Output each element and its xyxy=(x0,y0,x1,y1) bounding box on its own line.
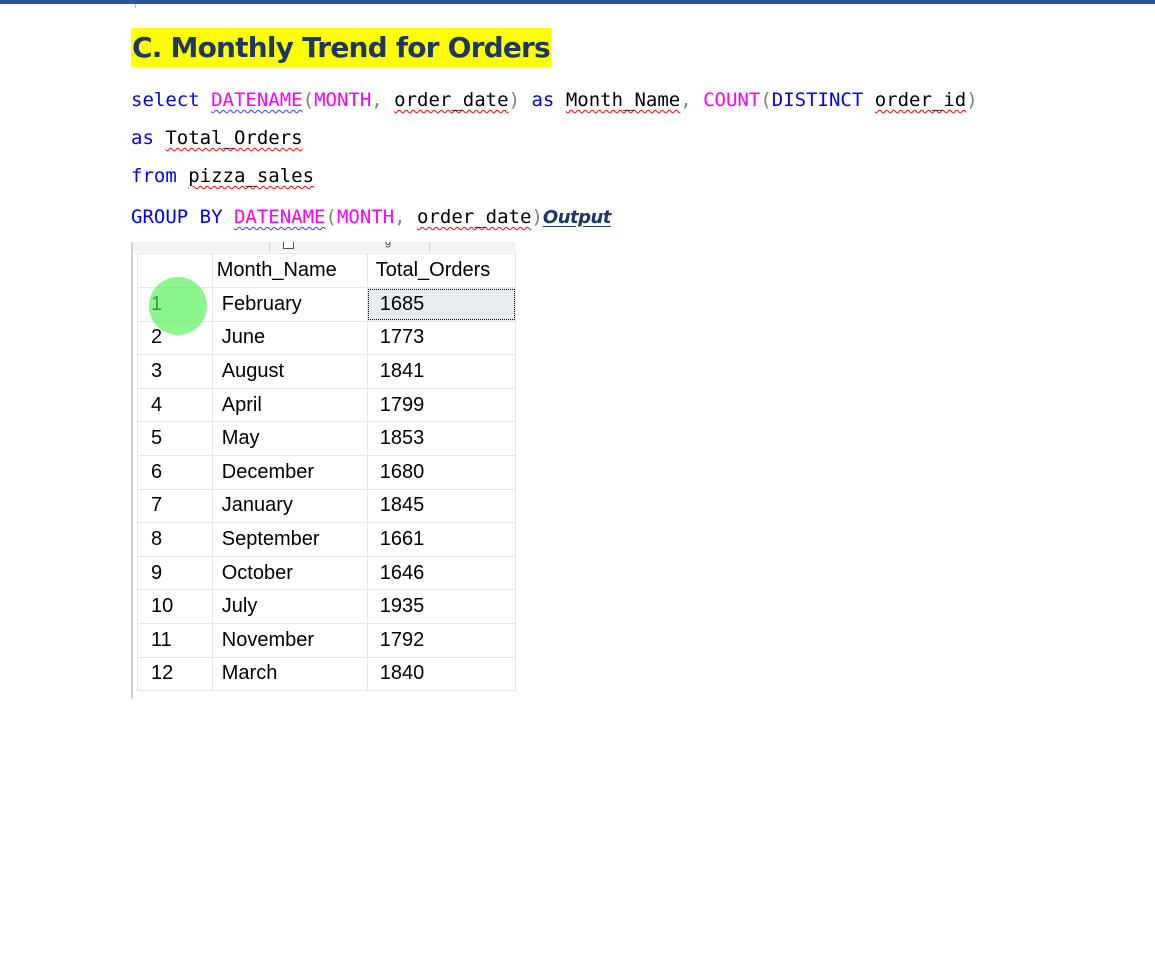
sql-function: DATENAME xyxy=(211,89,303,111)
total-orders-cell[interactable]: 1661 xyxy=(366,522,516,557)
sql-function: MONTH xyxy=(314,89,372,111)
table-row[interactable]: 3 August 1841 xyxy=(137,354,516,389)
row-number-cell[interactable]: 9 xyxy=(137,555,213,591)
table-row[interactable]: 12 March 1840 xyxy=(137,656,516,692)
table-header-row: Month_Name Total_Orders xyxy=(137,253,516,288)
sql-function: COUNT xyxy=(703,89,761,111)
month-name-cell[interactable]: December xyxy=(211,454,368,490)
row-number-cell[interactable]: 8 xyxy=(137,522,213,557)
total-orders-cell[interactable]: 1841 xyxy=(366,354,516,389)
table-row[interactable]: 10 July 1935 xyxy=(137,589,516,624)
sql-punct: ) xyxy=(508,89,521,111)
table-row[interactable]: 1 February 1685 xyxy=(137,287,516,322)
sql-punct: ) xyxy=(966,89,978,111)
total-orders-cell[interactable]: 1840 xyxy=(366,656,516,692)
sql-line-2: as Total_Orders xyxy=(131,125,303,151)
total-orders-cell[interactable]: 1845 xyxy=(366,488,516,524)
table-row[interactable]: 5 May 1853 xyxy=(137,421,516,456)
month-name-cell[interactable]: March xyxy=(211,656,368,692)
sql-punct: , xyxy=(680,89,692,111)
sql-keyword: GROUP BY xyxy=(131,206,223,228)
sql-line-3: from pizza_sales xyxy=(131,163,314,189)
grid-left-edge xyxy=(131,242,133,699)
total-orders-cell[interactable]: 1773 xyxy=(366,320,516,356)
table-row[interactable]: 8 September 1661 xyxy=(137,522,516,557)
row-number-cell[interactable]: 2 xyxy=(137,320,213,356)
month-name-cell[interactable]: January xyxy=(211,488,368,524)
toolbar-divider xyxy=(429,242,430,252)
sql-line-1: select DATENAME(MONTH, order_date) as Mo… xyxy=(131,87,978,113)
table-row[interactable]: 11 November 1792 xyxy=(137,622,516,658)
sql-punct: ( xyxy=(760,89,772,111)
row-number-header[interactable] xyxy=(137,253,213,288)
sql-function: DATENAME xyxy=(233,206,326,228)
sql-identifier: Total_Orders xyxy=(165,127,303,149)
total-orders-cell[interactable]: 1792 xyxy=(366,622,516,658)
sql-keyword: DISTINCT xyxy=(771,89,864,111)
month-name-cell[interactable]: May xyxy=(211,421,368,456)
total-orders-cell[interactable]: 1935 xyxy=(366,589,516,624)
row-number-cell[interactable]: 4 xyxy=(137,387,213,423)
grid-toolbar-strip: g xyxy=(133,242,516,252)
sql-punct: , xyxy=(394,206,406,228)
month-name-cell[interactable]: October xyxy=(211,555,368,591)
sql-identifier: Month_Name xyxy=(565,89,681,111)
checkbox-icon xyxy=(283,242,294,249)
row-number-cell[interactable]: 12 xyxy=(137,656,213,692)
table-row[interactable]: 7 January 1845 xyxy=(137,488,516,524)
table-row[interactable]: 2 June 1773 xyxy=(137,320,516,356)
sql-keyword: from xyxy=(131,165,177,187)
month-name-cell[interactable]: July xyxy=(211,589,368,624)
total-orders-cell[interactable]: 1646 xyxy=(366,555,516,591)
results-table: Month_Name Total_Orders 1 February 1685 2 Ju… xyxy=(137,253,516,692)
sql-punct: , xyxy=(371,89,383,111)
row-number-cell[interactable]: 5 xyxy=(137,421,213,456)
sql-punct: ( xyxy=(302,89,315,111)
sql-punct: ) xyxy=(531,206,543,228)
row-number-cell[interactable]: 3 xyxy=(137,354,213,389)
table-row[interactable]: 6 December 1680 xyxy=(137,454,516,490)
sql-identifier: order_date xyxy=(417,206,532,228)
output-label: Output xyxy=(542,207,612,228)
text-cursor-mark xyxy=(135,4,136,8)
column-header-total-orders[interactable]: Total_Orders xyxy=(366,253,516,288)
toolbar-glyph: g xyxy=(385,242,392,248)
column-header-month-name[interactable]: Month_Name xyxy=(211,253,368,288)
sql-punct: ( xyxy=(325,206,337,228)
table-row[interactable]: 9 October 1646 xyxy=(137,555,516,591)
sql-identifier: pizza_sales xyxy=(188,165,315,187)
total-orders-cell[interactable]: 1685 xyxy=(366,287,516,322)
total-orders-cell[interactable]: 1799 xyxy=(366,387,516,423)
total-orders-cell[interactable]: 1680 xyxy=(366,454,516,490)
row-number-cell[interactable]: 11 xyxy=(137,622,213,658)
sql-keyword: as xyxy=(531,89,555,111)
document-top-border xyxy=(0,0,1155,4)
sql-identifier: order_id xyxy=(874,89,967,111)
month-name-cell[interactable]: September xyxy=(211,522,368,557)
sql-identifier: order_date xyxy=(394,89,509,111)
total-orders-cell[interactable]: 1853 xyxy=(366,421,516,456)
month-name-cell[interactable]: February xyxy=(211,287,368,322)
table-row[interactable]: 4 April 1799 xyxy=(137,387,516,423)
month-name-cell[interactable]: June xyxy=(211,320,368,356)
sql-keyword: select xyxy=(131,89,200,111)
sql-function: MONTH xyxy=(336,206,395,228)
row-number-cell[interactable]: 7 xyxy=(137,488,213,524)
sql-line-4: GROUP BY DATENAME(MONTH, order_date)Outp… xyxy=(131,204,611,231)
row-number-cell[interactable]: 1 xyxy=(137,287,213,322)
results-body: 1 February 1685 2 June 1773 3 August 1841 4 April 1… xyxy=(137,287,516,692)
results-grid-screenshot: g Month_Name Total_Orders 1 February 1685 2… xyxy=(131,242,516,699)
sql-keyword: as xyxy=(131,127,154,149)
section-heading: C. Monthly Trend for Orders xyxy=(131,28,551,67)
month-name-cell[interactable]: April xyxy=(211,387,368,423)
month-name-cell[interactable]: August xyxy=(211,354,368,389)
row-number-cell[interactable]: 10 xyxy=(137,589,213,624)
toolbar-divider xyxy=(269,242,270,252)
row-number-cell[interactable]: 6 xyxy=(137,454,213,490)
month-name-cell[interactable]: November xyxy=(211,622,368,658)
